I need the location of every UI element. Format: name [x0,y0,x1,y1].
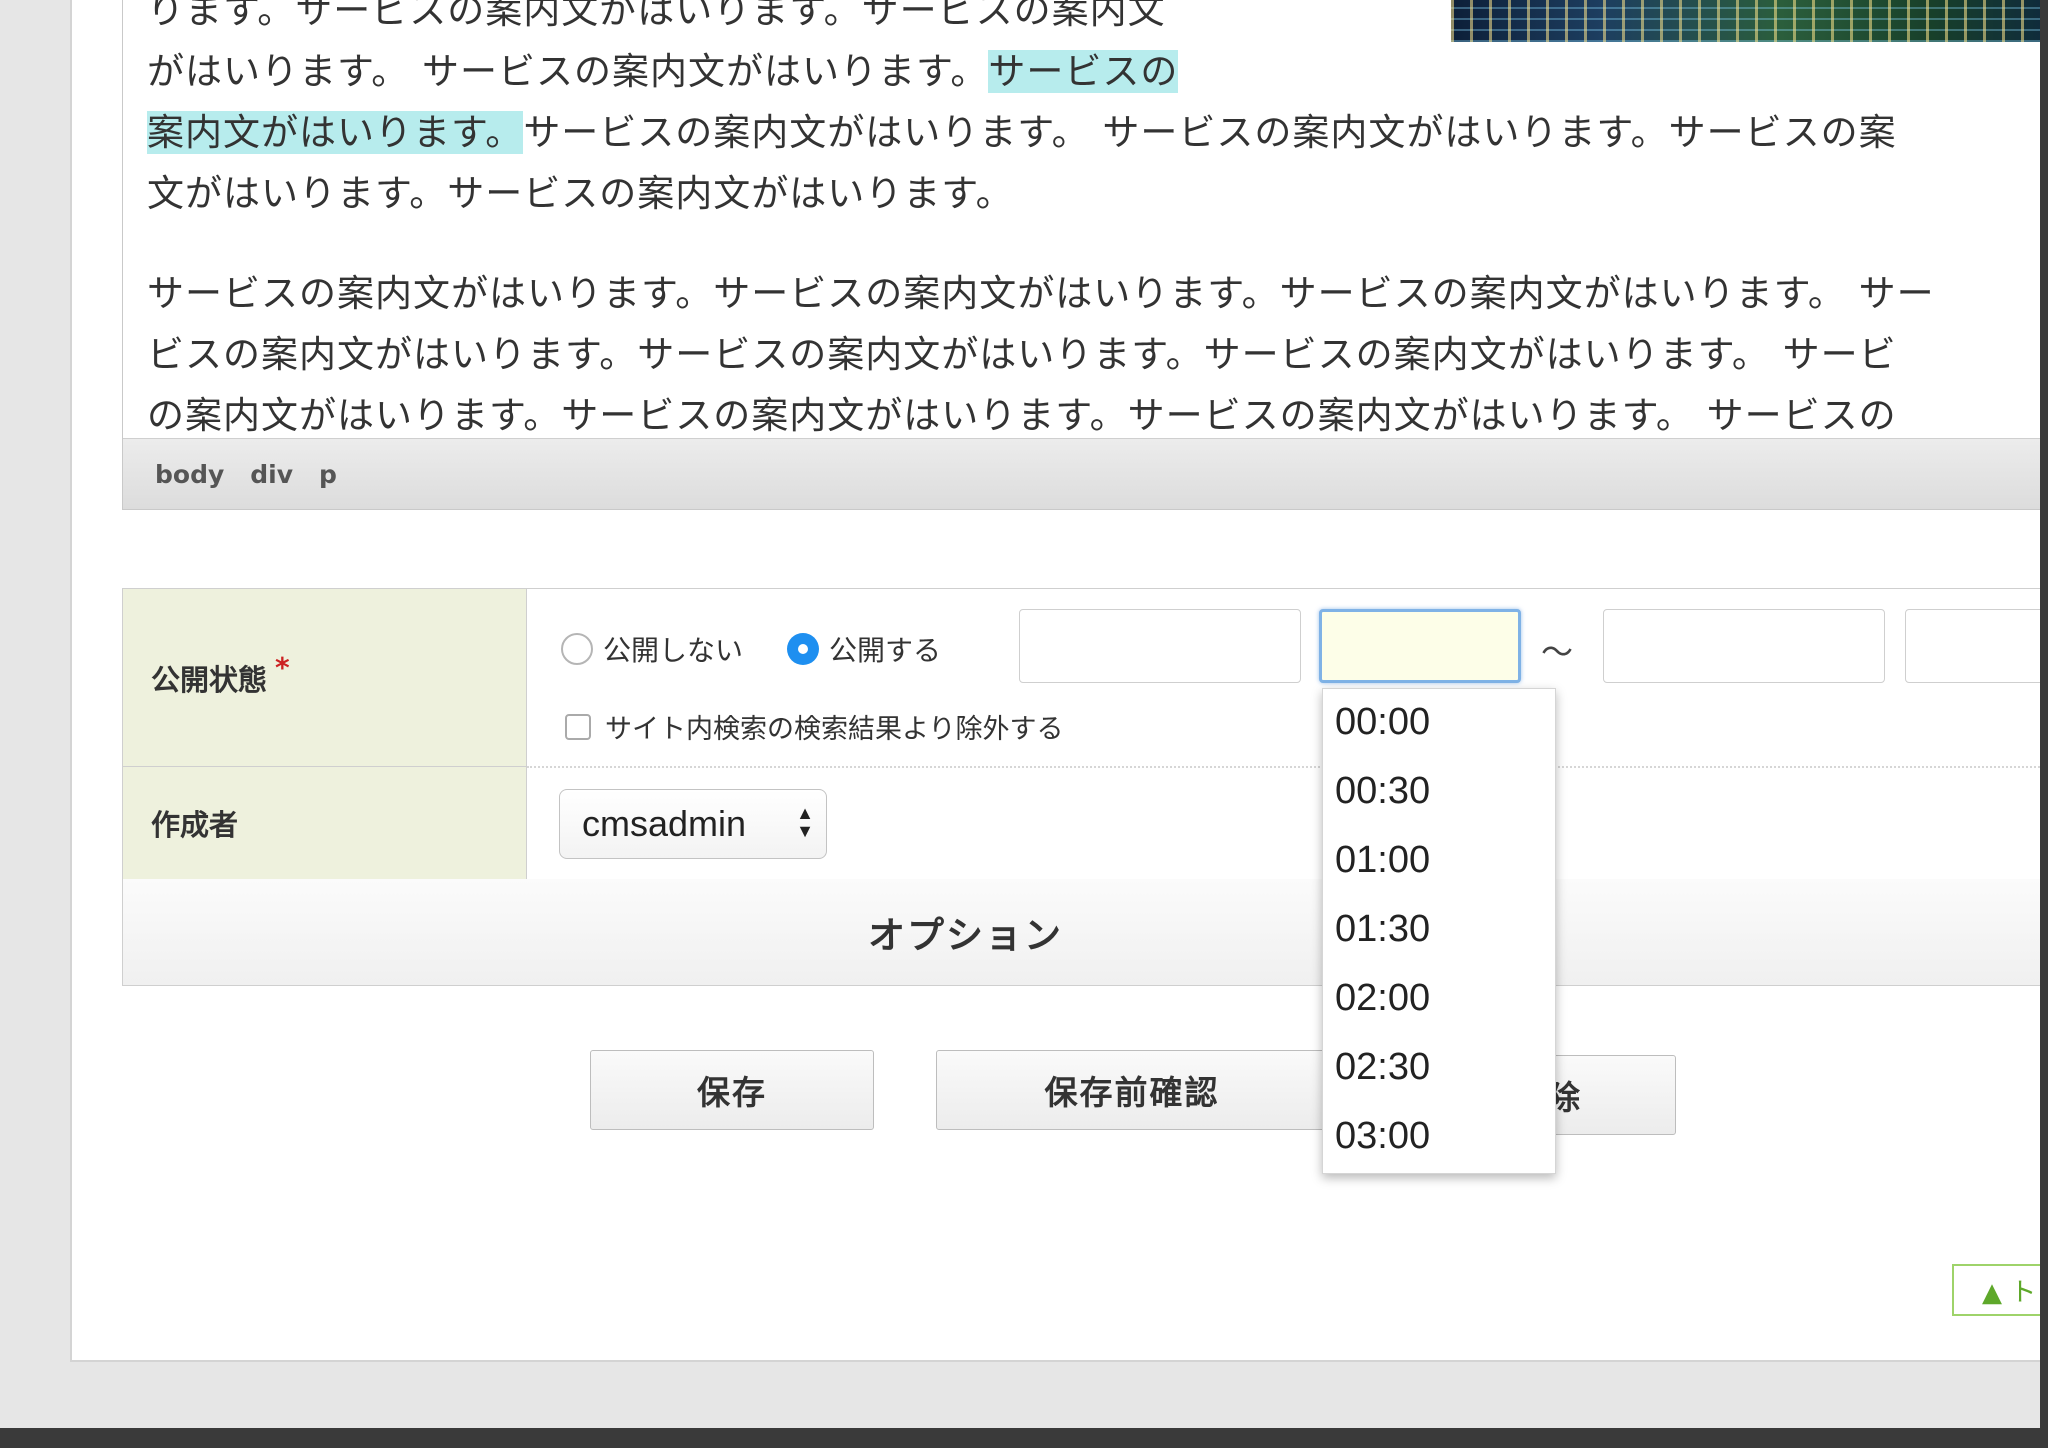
editor-line: サービスの案内文がはいります。サービスの案内文がはいります。サービスの案内文がは… [147,272,1935,315]
settings-form-table: 公開状態 * 公開しない 公開する ～ サイト内検索の検索結果より除外する 作成者… [122,588,2048,986]
time-option[interactable]: 00:30 [1323,758,1555,827]
editor-text: サービスの案内文がはいります。 サービスの案内文がはいります。サービスの案 [523,111,1897,154]
radio-publish-circle[interactable] [787,633,820,665]
time-option[interactable]: 03:00 [1323,1103,1555,1172]
options-toggle[interactable]: オプション [123,879,2048,985]
exclude-search-checkbox[interactable] [565,713,591,740]
time-picker-dropdown[interactable]: 00:00 00:30 01:00 01:30 02:00 02:30 03:0… [1322,688,1556,1174]
back-to-top-button[interactable]: ▲ ト [1952,1264,2048,1316]
time-option[interactable]: 01:30 [1323,896,1555,965]
publish-status-label: 公開状態 * [123,589,527,767]
editor-line: がはいります。 サービスの案内文がはいります。サービスの [147,41,2047,102]
editor-text: がはいります。 サービスの案内文がはいります。 [147,50,989,93]
time-option[interactable]: 02:00 [1323,965,1555,1034]
rich-text-editor[interactable]: ります。サービスの案内文がはいります。サービスの案内文 がはいります。 サービス… [122,0,2048,510]
author-label: 作成者 [123,767,527,879]
path-item-p[interactable]: p [319,460,337,489]
path-item-body[interactable]: body [155,460,224,489]
radio-unpublish-circle[interactable] [561,633,593,665]
exclude-search-option[interactable]: サイト内検索の検索結果より除外する [565,707,1063,746]
end-time-input[interactable] [1905,609,2048,683]
window-right-edge [2040,0,2048,1428]
editor-content[interactable]: ります。サービスの案内文がはいります。サービスの案内文 がはいります。 サービス… [147,0,2047,438]
options-label: オプション [868,914,1063,957]
author-select-value: cmsadmin [582,803,747,844]
start-date-input[interactable] [1019,609,1301,683]
save-button[interactable]: 保存 [590,1050,874,1130]
editor-element-path: body div p [123,438,2048,509]
radio-unpublish[interactable]: 公開しない [561,629,743,669]
editor-highlight: サービスの [988,50,1179,93]
exclude-search-label[interactable]: サイト内検索の検索結果より除外する [605,707,1063,746]
time-option[interactable]: 01:00 [1323,827,1555,896]
preview-button[interactable]: 保存前確認 [936,1050,1328,1130]
editor-line: の案内文がはいります。サービスの案内文がはいります。サービスの案内文がはいります… [147,394,1897,437]
editor-line: 文がはいります。サービスの案内文がはいります。 [147,172,1014,215]
editor-line: ります。サービスの案内文がはいります。サービスの案内文 [147,0,1166,32]
time-option[interactable]: 02:30 [1323,1034,1555,1103]
radio-publish[interactable]: 公開する [787,629,941,669]
required-mark: * [275,651,290,684]
author-label-text: 作成者 [151,808,239,842]
publish-radio-group: 公開しない 公開する [561,629,985,669]
window-bottom-bar [0,1428,2048,1448]
time-option[interactable]: 00:00 [1323,689,1555,758]
range-separator: ～ [1541,633,1574,671]
end-date-input[interactable] [1603,609,1885,683]
editor-highlight: 案内文がはいります。 [147,111,524,154]
author-select[interactable]: cmsadmin ▲ ▼ [559,789,827,859]
start-time-input[interactable] [1319,609,1521,683]
radio-unpublish-label[interactable]: 公開しない [603,629,743,669]
select-arrows-icon: ▲ ▼ [796,803,814,841]
publish-status-text: 公開状態 [151,662,268,697]
editor-line: 案内文がはいります。サービスの案内文がはいります。 サービスの案内文がはいります… [147,102,2047,163]
editor-line: ビスの案内文がはいります。サービスの案内文がはいります。サービスの案内文がはいり… [147,333,1897,376]
radio-publish-label[interactable]: 公開する [829,629,941,669]
path-item-div[interactable]: div [250,460,293,489]
